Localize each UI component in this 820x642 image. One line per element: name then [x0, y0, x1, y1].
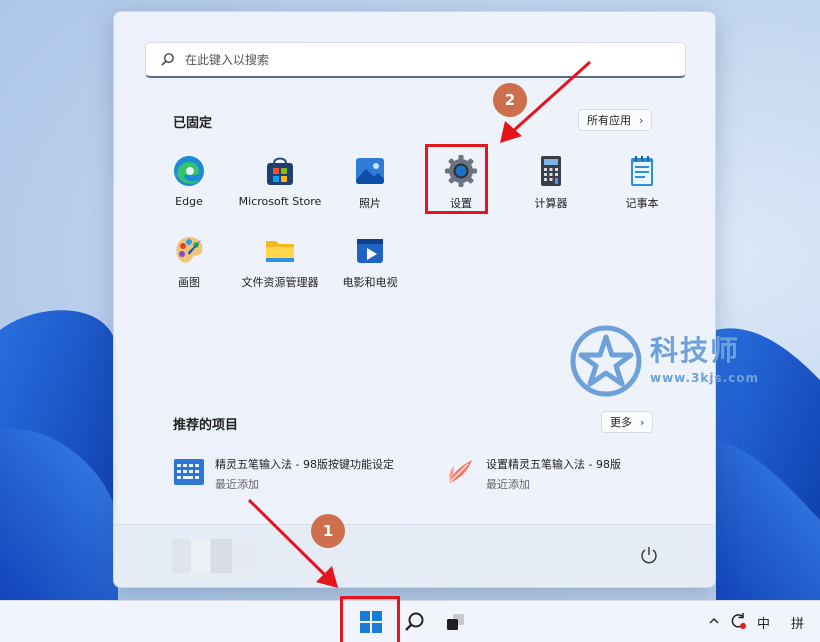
app-photos[interactable]: 照片 — [322, 154, 418, 220]
avatar[interactable] — [172, 539, 258, 573]
watermark: 科技师 www.3kjs.com — [570, 325, 780, 397]
app-label: Edge — [175, 195, 203, 208]
task-view-button[interactable] — [441, 608, 469, 636]
recommended-item-title: 设置精灵五笔输入法 - 98版 — [486, 458, 621, 471]
recommended-item-subtitle: 最近添加 — [486, 478, 530, 491]
pinned-title: 已固定 — [173, 116, 213, 131]
settings-highlight-box — [425, 144, 488, 214]
app-label: 照片 — [359, 197, 381, 210]
ime-pinyin-indicator[interactable]: 拼 — [791, 613, 804, 632]
all-apps-button[interactable]: 所有应用 › — [578, 109, 653, 131]
app-label: 文件资源管理器 — [241, 276, 319, 289]
app-notepad[interactable]: 记事本 — [594, 154, 690, 220]
app-calculator[interactable]: 计算器 — [503, 154, 599, 220]
recommended-title: 推荐的项目 — [173, 418, 239, 433]
photos-icon — [356, 158, 384, 184]
ime-mode-indicator[interactable]: 中 — [757, 613, 770, 632]
movies-tv-icon — [357, 239, 383, 263]
search-box[interactable] — [145, 42, 686, 78]
taskbar: 中 拼 — [0, 600, 820, 642]
search-icon — [405, 612, 424, 631]
power-icon[interactable] — [639, 545, 659, 565]
recommended-item-subtitle: 最近添加 — [215, 478, 259, 491]
paint-icon — [176, 237, 203, 263]
sync-icon[interactable] — [728, 611, 748, 631]
app-label: 记事本 — [625, 197, 659, 210]
recommended-item[interactable]: 设置精灵五笔输入法 - 98版 最近添加 — [444, 456, 621, 492]
start-highlight-box — [340, 596, 400, 642]
more-button[interactable]: 更多 › — [601, 411, 654, 433]
search-icon — [161, 53, 174, 66]
app-label: 电影和电视 — [342, 276, 398, 289]
app-movies-tv[interactable]: 电影和电视 — [322, 233, 418, 299]
chevron-up-icon[interactable] — [708, 615, 720, 627]
file-explorer-icon — [266, 241, 294, 262]
app-label: 画图 — [178, 276, 200, 289]
notepad-icon — [631, 156, 653, 186]
more-label: 更多 — [610, 416, 632, 429]
task-view-icon — [447, 614, 464, 630]
store-icon — [267, 157, 293, 185]
chevron-right-icon: › — [640, 415, 645, 429]
all-apps-label: 所有应用 — [587, 114, 631, 127]
search-input[interactable] — [185, 52, 665, 67]
recommended-item[interactable]: 精灵五笔输入法 - 98版按键功能设定 最近添加 — [173, 456, 394, 492]
keyboard-icon — [174, 459, 204, 485]
watermark-name: 科技师 — [650, 334, 741, 367]
chevron-right-icon: › — [639, 113, 644, 127]
app-label: 计算器 — [534, 197, 568, 210]
app-microsoft-store[interactable]: Microsoft Store — [232, 154, 328, 220]
calculator-icon — [541, 156, 561, 186]
watermark-url: www.3kjs.com — [650, 371, 760, 385]
app-file-explorer[interactable]: 文件资源管理器 — [232, 233, 328, 299]
recommended-item-title: 精灵五笔输入法 - 98版按键功能设定 — [215, 458, 394, 471]
app-label: Microsoft Store — [238, 195, 322, 208]
feather-icon — [447, 460, 472, 485]
start-menu: 已固定 所有应用 › Edge Microsoft Store 照片 — [113, 11, 716, 588]
app-paint[interactable]: 画图 — [141, 233, 237, 299]
start-footer — [114, 524, 715, 587]
step-badge-2: 2 — [493, 83, 527, 117]
taskbar-search-button[interactable] — [400, 608, 428, 636]
watermark-logo-icon — [570, 325, 642, 397]
app-edge[interactable]: Edge — [141, 154, 237, 220]
step-badge-1: 1 — [311, 514, 345, 548]
edge-icon — [174, 156, 204, 186]
